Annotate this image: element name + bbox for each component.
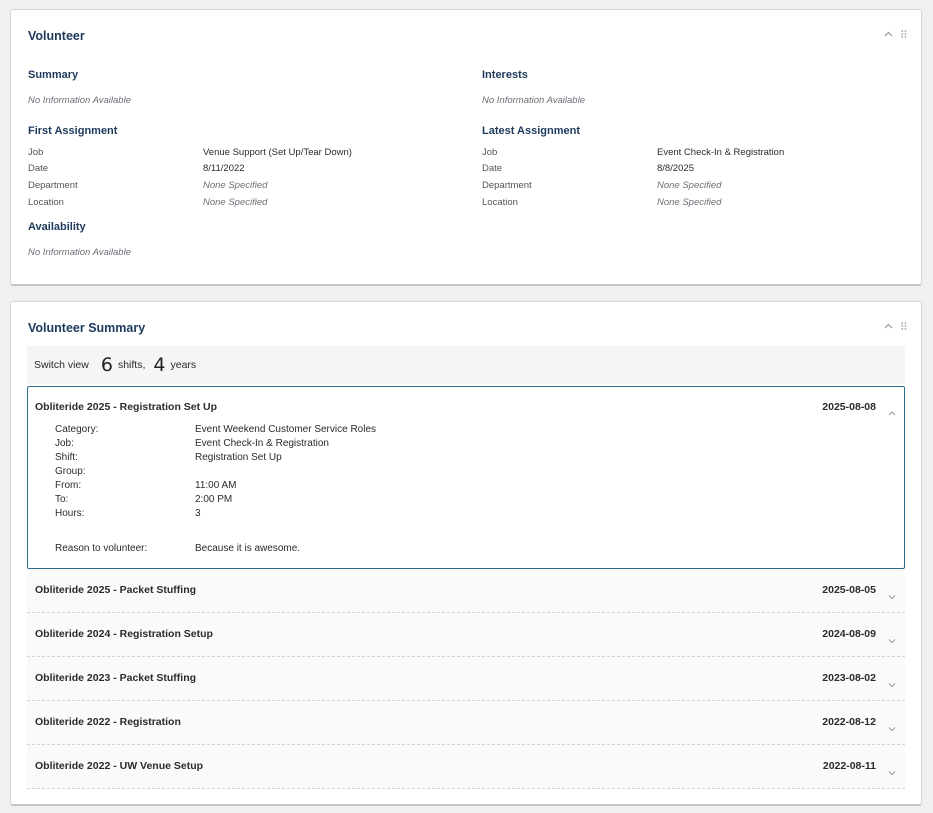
shift-item[interactable]: Obliteride 2022 - Registration 2022-08-1… xyxy=(27,701,905,745)
latest-department-label: Department xyxy=(482,180,532,191)
shift-item[interactable]: Obliteride 2024 - Registration Setup 202… xyxy=(27,613,905,657)
job-label: Job: xyxy=(55,438,74,449)
first-department-value: None Specified xyxy=(203,180,268,191)
availability-text: No Information Available xyxy=(28,247,131,258)
latest-date-label: Date xyxy=(482,163,503,174)
card-tools xyxy=(884,322,907,330)
shift-value: Registration Set Up xyxy=(195,452,282,463)
chevron-down-icon[interactable] xyxy=(888,719,896,737)
to-value: 2:00 PM xyxy=(195,494,233,505)
volunteer-card: Volunteer Summary No Information Availab… xyxy=(10,9,922,286)
from-value: 11:00 AM xyxy=(195,480,237,491)
shift-item[interactable]: Obliteride 2023 - Packet Stuffing 2023-0… xyxy=(27,657,905,701)
latest-location-label: Location xyxy=(482,197,518,208)
shift-item[interactable]: Obliteride 2022 - UW Venue Setup 2022-08… xyxy=(27,745,905,789)
chevron-up-icon[interactable] xyxy=(884,323,893,329)
first-assignment-heading: First Assignment xyxy=(28,125,118,137)
first-location-label: Location xyxy=(28,197,64,208)
latest-job-label: Job xyxy=(482,147,498,158)
shift-date: 2023-08-02 xyxy=(822,672,876,684)
shift-title: Obliteride 2023 - Packet Stuffing xyxy=(35,672,197,684)
category-value: Event Weekend Customer Service Roles xyxy=(195,424,377,435)
shift-item-expanded[interactable]: Obliteride 2025 - Registration Set Up 20… xyxy=(27,386,905,569)
first-job-value: Venue Support (Set Up/Tear Down) xyxy=(203,147,352,158)
group-label: Group: xyxy=(55,466,86,477)
card-title: Volunteer Summary xyxy=(28,321,146,335)
summary-text: No Information Available xyxy=(28,95,131,106)
card-title: Volunteer xyxy=(28,29,85,43)
shift-title: Obliteride 2025 - Registration Set Up xyxy=(35,401,218,413)
first-date-value: 8/11/2022 xyxy=(203,163,245,174)
hours-value: 3 xyxy=(195,508,201,519)
latest-assignment-heading: Latest Assignment xyxy=(482,125,581,137)
shift-title: Obliteride 2024 - Registration Setup xyxy=(35,628,213,640)
shift-date: 2025-08-08 xyxy=(822,401,876,413)
shift-label: Shift: xyxy=(55,452,78,463)
switch-view-bar: Switch view 6 shifts, 4 years xyxy=(27,346,905,384)
chevron-up-icon[interactable] xyxy=(884,31,893,37)
hours-label: Hours: xyxy=(55,508,85,519)
first-location-value: None Specified xyxy=(203,197,268,208)
first-date-label: Date xyxy=(28,163,49,174)
first-job-label: Job xyxy=(28,147,44,158)
shift-date: 2024-08-09 xyxy=(822,628,876,640)
latest-job-value: Event Check-In & Registration xyxy=(657,147,785,158)
chevron-down-icon[interactable] xyxy=(888,675,896,693)
shift-date: 2025-08-05 xyxy=(822,584,876,596)
card-tools xyxy=(884,30,907,38)
interests-text: No Information Available xyxy=(482,95,585,106)
shifts-label: shifts, xyxy=(117,359,146,371)
shift-date: 2022-08-12 xyxy=(822,716,876,728)
chevron-down-icon[interactable] xyxy=(888,631,896,649)
latest-date-value: 8/8/2025 xyxy=(657,163,694,174)
reason-value: Because it is awesome. xyxy=(195,543,301,554)
first-department-label: Department xyxy=(28,180,78,191)
shift-item[interactable]: Obliteride 2025 - Packet Stuffing 2025-0… xyxy=(27,569,905,613)
chevron-down-icon[interactable] xyxy=(888,587,896,605)
summary-heading: Summary xyxy=(28,69,79,81)
drag-handle-icon[interactable] xyxy=(901,322,907,330)
from-label: From: xyxy=(55,480,82,491)
years-count: 4 xyxy=(153,354,166,376)
category-label: Category: xyxy=(55,424,99,435)
job-value: Event Check-In & Registration xyxy=(195,438,329,449)
shifts-count: 6 xyxy=(100,354,113,376)
volunteer-summary-card: Volunteer Summary Switch view 6 shifts, … xyxy=(10,301,922,806)
reason-label: Reason to volunteer: xyxy=(55,543,148,554)
to-label: To: xyxy=(55,494,69,505)
switch-view-link[interactable]: Switch view xyxy=(34,359,89,371)
latest-location-value: None Specified xyxy=(657,197,722,208)
shift-title: Obliteride 2025 - Packet Stuffing xyxy=(35,584,197,596)
chevron-up-icon[interactable] xyxy=(888,403,896,421)
shift-title: Obliteride 2022 - Registration xyxy=(35,716,181,728)
drag-handle-icon[interactable] xyxy=(901,30,907,38)
availability-heading: Availability xyxy=(28,221,86,233)
shift-date: 2022-08-11 xyxy=(822,760,876,772)
interests-heading: Interests xyxy=(482,69,528,81)
latest-department-value: None Specified xyxy=(657,180,722,191)
years-label: years xyxy=(170,359,197,371)
shift-title: Obliteride 2022 - UW Venue Setup xyxy=(35,760,204,772)
shift-list: Obliteride 2025 - Registration Set Up 20… xyxy=(27,386,905,789)
chevron-down-icon[interactable] xyxy=(888,763,896,781)
